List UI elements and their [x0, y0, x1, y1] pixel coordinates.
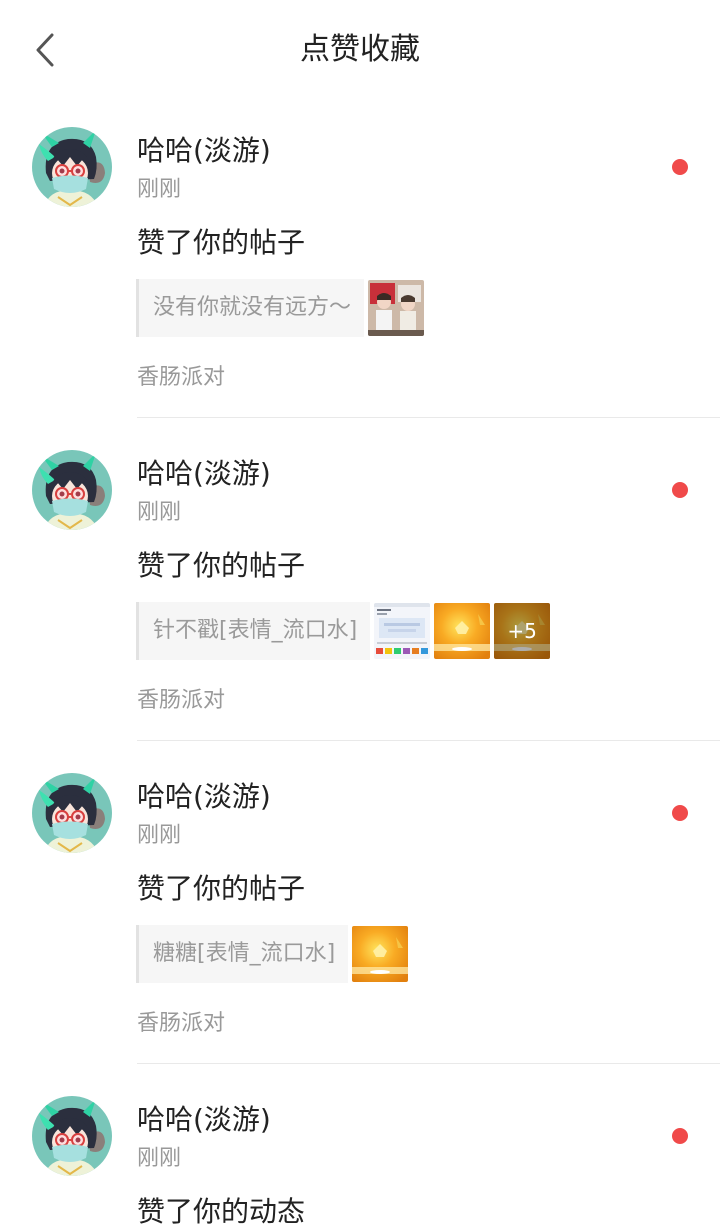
user-avatar[interactable] — [32, 1096, 112, 1176]
post-thumbnail[interactable] — [368, 280, 424, 336]
user-name[interactable]: 哈哈(淡游) — [137, 454, 271, 494]
user-name[interactable]: 哈哈(淡游) — [137, 777, 271, 817]
action-text: 赞了你的帖子 — [137, 549, 306, 582]
timestamp: 刚刚 — [137, 823, 182, 848]
quote-text: 糖糖[表情_流口水] — [136, 925, 349, 983]
user-name[interactable]: 哈哈(淡游) — [137, 131, 271, 171]
unread-dot — [672, 159, 688, 175]
thumbnail-image — [368, 280, 424, 336]
thumbnail-image — [352, 926, 408, 982]
post-thumbnail[interactable] — [352, 926, 408, 982]
notification-item[interactable]: 哈哈(淡游) 刚刚 赞了你的帖子 针不戳[表情_流口水] +5 香肠派对 — [0, 418, 720, 741]
notification-item[interactable]: 哈哈(淡游) 刚刚 赞了你的帖子 糖糖[表情_流口水] 香肠派对 — [0, 741, 720, 1064]
avatar-image — [32, 1096, 112, 1176]
thumbnail-image — [434, 603, 490, 659]
thumbnail-image — [374, 603, 430, 659]
page-title: 点赞收藏 — [300, 32, 420, 67]
more-images-count: +5 — [494, 603, 551, 659]
user-name[interactable]: 哈哈(淡游) — [137, 1100, 271, 1140]
group-name: 香肠派对 — [137, 365, 226, 390]
post-thumbnail[interactable] — [434, 603, 490, 659]
user-avatar[interactable] — [32, 773, 112, 853]
timestamp: 刚刚 — [137, 500, 182, 525]
quoted-post[interactable]: 针不戳[表情_流口水] +5 — [136, 602, 551, 660]
quote-text: 针不戳[表情_流口水] — [136, 602, 371, 660]
user-avatar[interactable] — [32, 450, 112, 530]
quote-text: 没有你就没有远方～ — [136, 279, 365, 337]
group-name: 香肠派对 — [137, 688, 226, 713]
post-thumbnail[interactable]: +5 — [494, 603, 551, 659]
action-text: 赞了你的动态 — [137, 1195, 306, 1224]
notification-item[interactable]: 哈哈(淡游) 刚刚 赞了你的动态 — [0, 1064, 720, 1224]
post-thumbnail[interactable] — [374, 603, 430, 659]
unread-dot — [672, 805, 688, 821]
unread-dot — [672, 482, 688, 498]
quoted-post[interactable]: 没有你就没有远方～ — [136, 279, 424, 337]
user-avatar[interactable] — [32, 127, 112, 207]
notification-item[interactable]: 哈哈(淡游) 刚刚 赞了你的帖子 没有你就没有远方～ 香肠派对 — [0, 95, 720, 418]
quoted-post[interactable]: 糖糖[表情_流口水] — [136, 925, 408, 983]
avatar-image — [32, 773, 112, 853]
avatar-image — [32, 450, 112, 530]
avatar-image — [32, 127, 112, 207]
action-text: 赞了你的帖子 — [137, 872, 306, 905]
action-text: 赞了你的帖子 — [137, 226, 306, 259]
top-bar: 点赞收藏 — [0, 0, 720, 95]
timestamp: 刚刚 — [137, 177, 182, 202]
unread-dot — [672, 1128, 688, 1144]
group-name: 香肠派对 — [137, 1011, 226, 1036]
timestamp: 刚刚 — [137, 1146, 182, 1171]
